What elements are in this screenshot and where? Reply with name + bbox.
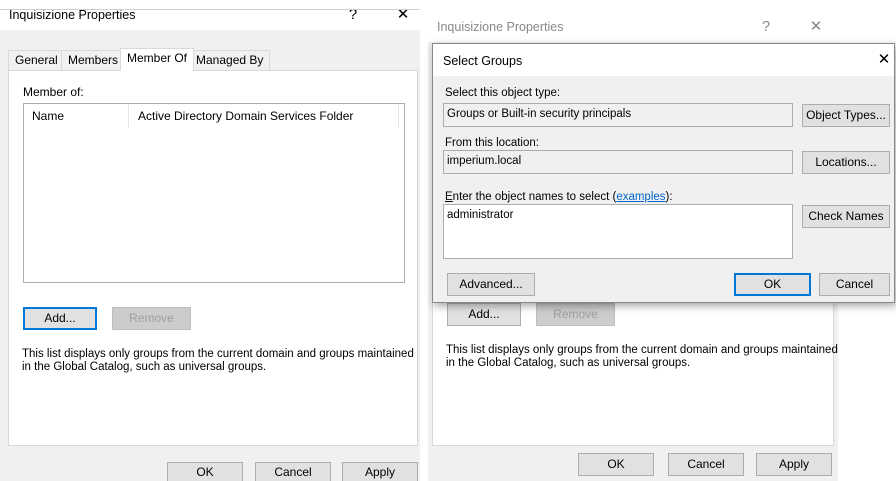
tab-managed-by[interactable]: Managed By [189, 50, 271, 70]
tab-members[interactable]: Members [61, 50, 126, 70]
right-add-button[interactable]: Add... [447, 303, 521, 326]
enter-names-label: Enter the object names to select (exampl… [445, 190, 673, 204]
left-properties-window: Inquisizione Properties ? ✕ General Memb… [0, 0, 420, 481]
left-title-divider [0, 9, 420, 10]
left-cancel-button[interactable]: Cancel [255, 462, 331, 481]
object-type-field: Groups or Built-in security principals [443, 103, 793, 127]
column-header-folder[interactable]: Active Directory Domain Services Folder [138, 109, 353, 123]
left-remove-button[interactable]: Remove [112, 307, 191, 330]
left-ok-button[interactable]: OK [167, 462, 243, 481]
select-groups-ok-button[interactable]: OK [734, 273, 811, 296]
examples-link[interactable]: examples [616, 191, 665, 203]
column-divider[interactable] [128, 104, 129, 128]
left-close-button[interactable]: ✕ [392, 4, 414, 26]
right-info-line-2: in the Global Catalog, such as universal… [446, 357, 691, 369]
select-groups-title-bar: Select Groups ✕ [433, 44, 894, 76]
left-help-button[interactable]: ? [342, 4, 364, 26]
right-remove-button[interactable]: Remove [536, 303, 615, 326]
left-window-title: Inquisizione Properties [9, 8, 136, 22]
select-groups-title: Select Groups [443, 54, 523, 68]
tab-general[interactable]: General [8, 50, 65, 70]
location-label: From this location: [445, 137, 539, 149]
left-tab-strip: General Members Member Of Managed By [8, 48, 418, 71]
left-info-line-1: This list displays only groups from the … [22, 348, 414, 360]
enter-names-text: nter the object names to select ( [452, 191, 617, 203]
column-divider[interactable] [398, 104, 399, 128]
right-help-button[interactable]: ? [755, 16, 777, 38]
left-add-button[interactable]: Add... [23, 307, 97, 330]
location-field: imperium.local [443, 150, 793, 174]
advanced-button[interactable]: Advanced... [447, 273, 535, 296]
object-types-button[interactable]: Object Types... [802, 104, 890, 127]
member-of-list[interactable]: Name Active Directory Domain Services Fo… [23, 103, 405, 283]
right-cancel-button[interactable]: Cancel [668, 453, 744, 476]
enter-names-mnemonic: E [445, 191, 453, 203]
column-header-name[interactable]: Name [32, 109, 64, 123]
select-groups-close-button[interactable]: ✕ [873, 49, 895, 71]
right-ok-button[interactable]: OK [578, 453, 654, 476]
select-groups-dialog: Select Groups ✕ Select this object type:… [432, 43, 895, 303]
enter-names-end: ): [665, 191, 673, 203]
object-names-input[interactable]: administrator [443, 204, 793, 259]
left-apply-button[interactable]: Apply [342, 462, 418, 481]
left-tab-panel: Member of: Name Active Directory Domain … [8, 70, 418, 446]
list-header: Name Active Directory Domain Services Fo… [24, 104, 404, 128]
member-of-label: Member of: [23, 85, 84, 99]
right-info-line-1: This list displays only groups from the … [446, 344, 838, 356]
check-names-button[interactable]: Check Names [802, 205, 890, 228]
locations-button[interactable]: Locations... [802, 151, 890, 174]
object-type-label: Select this object type: [445, 87, 561, 99]
select-groups-cancel-button[interactable]: Cancel [819, 273, 890, 296]
tab-member-of[interactable]: Member Of [120, 48, 195, 71]
left-title-bar: Inquisizione Properties ? ✕ [0, 0, 420, 30]
left-info-line-2: in the Global Catalog, such as universal… [22, 361, 267, 373]
right-title-bar: Inquisizione Properties ? ✕ [428, 10, 838, 42]
right-window-title: Inquisizione Properties [437, 20, 564, 34]
right-apply-button[interactable]: Apply [756, 453, 832, 476]
right-close-button[interactable]: ✕ [805, 16, 827, 38]
